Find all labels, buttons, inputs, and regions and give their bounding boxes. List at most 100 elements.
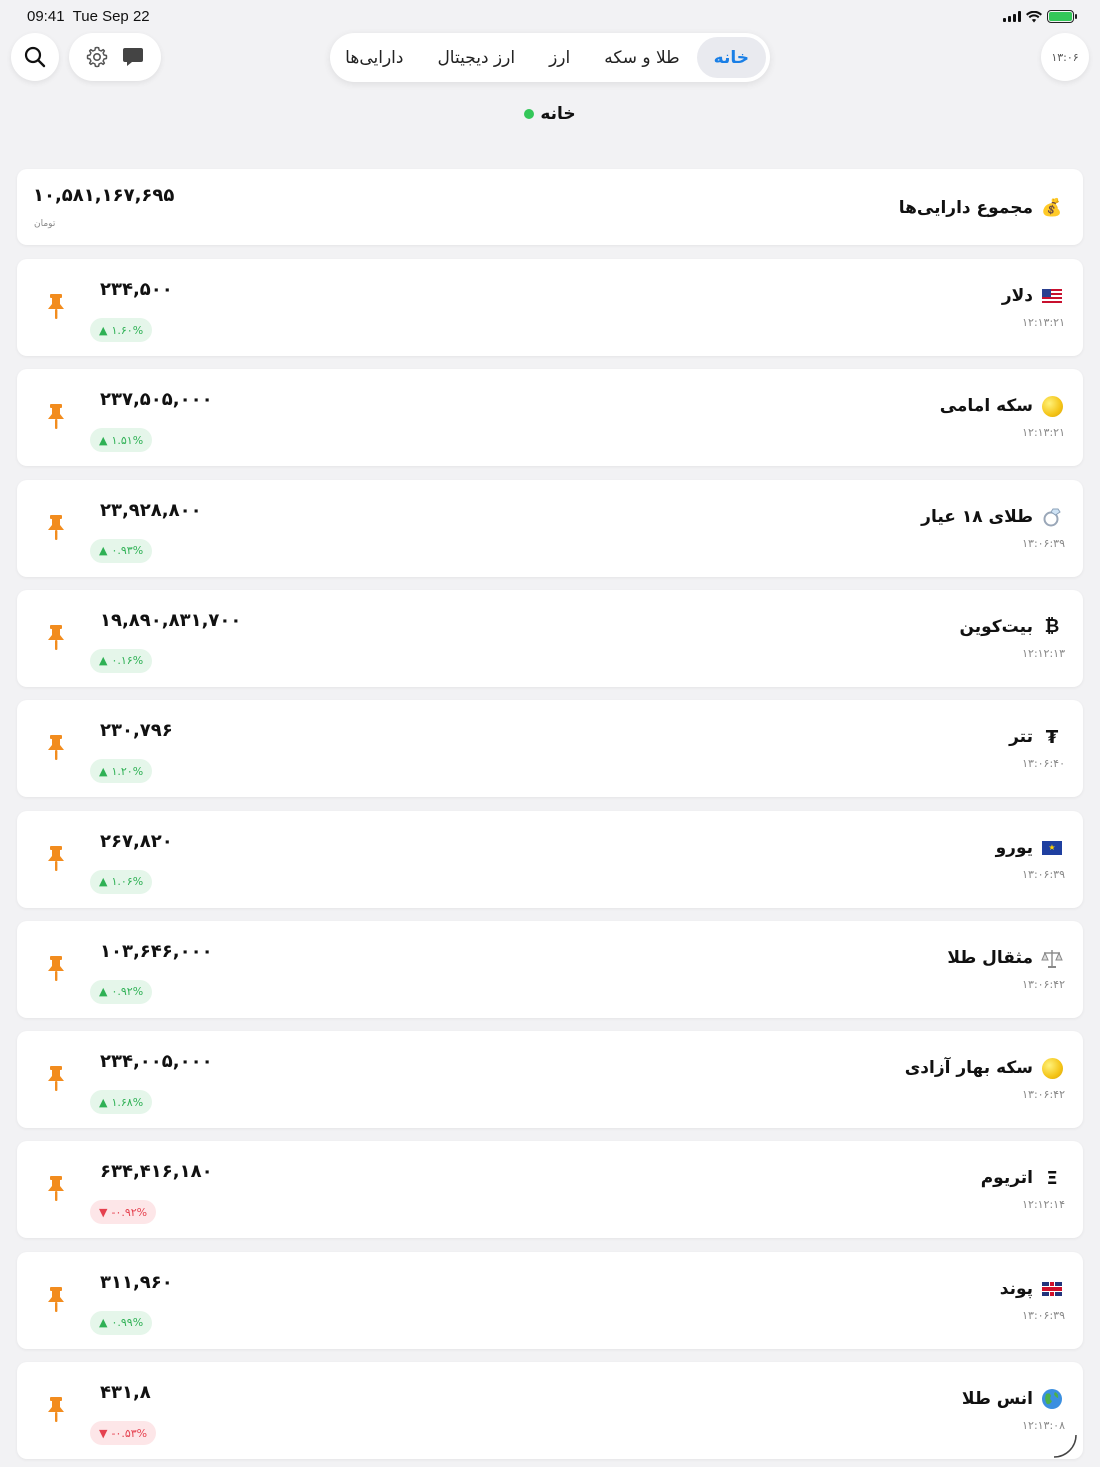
- asset-row[interactable]: سکه بهار آزادی ۱۳:۰۶:۴۲ ۲۳۴,۰۰۵,۰۰۰ ▲ ۱.…: [17, 1031, 1083, 1129]
- asset-row[interactable]: Ξ اتریوم ۱۲:۱۲:۱۴ ۶۳۴,۴۱۶,۱۸۰ ▼ -۰.۹۲%: [17, 1141, 1083, 1239]
- change-badge: ▲ ۰.۱۶%: [90, 648, 153, 673]
- asset-name: پوند: [999, 1278, 1033, 1299]
- triangle-up-icon: ▲: [99, 1316, 108, 1330]
- section-title: خانه: [540, 104, 576, 124]
- asset-update-time: ۱۳:۰۶:۳۹: [1022, 1308, 1065, 1322]
- asset-row[interactable]: طلای ۱۸ عیار ۱۳:۰۶:۳۹ ۲۳,۹۲۸,۸۰۰ ▲ ۰.۹۳%: [17, 479, 1083, 577]
- tether-icon: ₮: [1045, 726, 1059, 748]
- tab-gold-coin[interactable]: طلا و سکه: [587, 37, 696, 78]
- change-badge: ▲ ۰.۹۲%: [90, 979, 153, 1004]
- eu-flag-icon: ★: [1041, 837, 1063, 859]
- triangle-down-icon: ▼: [99, 1205, 108, 1219]
- pin-icon[interactable]: [45, 955, 67, 983]
- pin-icon[interactable]: [45, 1175, 67, 1203]
- chat-button[interactable]: [115, 39, 151, 75]
- tab-crypto[interactable]: ارز دیجیتال: [420, 37, 532, 78]
- status-date: Tue Sep 22: [72, 8, 150, 25]
- asset-price: ۱۰۳,۶۴۶,۰۰۰: [100, 940, 213, 962]
- asset-row[interactable]: دلار ۱۲:۱۳:۲۱ ۲۳۴,۵۰۰ ▲ ۱.۶۰%: [17, 259, 1083, 356]
- status-bar: 09:41 Tue Sep 22: [0, 0, 1100, 34]
- triangle-up-icon: ▲: [99, 985, 108, 999]
- change-percent: ۱.۶۰%: [111, 323, 144, 337]
- change-percent: -۰.۹۲%: [111, 1205, 148, 1219]
- change-percent: ۰.۹۹%: [111, 1316, 144, 1330]
- triangle-up-icon: ▲: [99, 654, 108, 668]
- change-badge: ▲ ۱.۵۱%: [90, 428, 153, 453]
- change-badge: ▲ ۰.۹۹%: [90, 1310, 153, 1335]
- asset-price: ۲۳۰,۷۹۶: [100, 720, 173, 742]
- scroll-corner-icon: [1053, 1434, 1077, 1458]
- asset-price: ۴۳۱,۸: [100, 1382, 151, 1403]
- asset-row[interactable]: ₮ تتر ۱۳:۰۶:۴۰ ۲۳۰,۷۹۶ ▲ ۱.۲۰%: [17, 700, 1083, 798]
- asset-name: سکه امامی: [939, 396, 1033, 417]
- asset-price: ۲۳۴,۰۰۵,۰۰۰: [100, 1051, 213, 1073]
- asset-name: مثقال طلا: [947, 947, 1033, 968]
- asset-name: اتریوم: [980, 1168, 1033, 1189]
- ethereum-icon: Ξ: [1046, 1167, 1058, 1189]
- change-badge: ▲ ۰.۹۳%: [90, 538, 153, 563]
- tab-currency[interactable]: ارز: [532, 37, 587, 78]
- asset-name: تتر: [1009, 727, 1033, 748]
- asset-row[interactable]: انس طلا ۱۲:۱۳:۰۸ ۴۳۱,۸ ▼ -۰.۵۳%: [17, 1362, 1083, 1459]
- change-badge: ▲ ۱.۲۰%: [90, 759, 153, 784]
- tab-bar: خانه طلا و سکه ارز ارز دیجیتال دارایی‌ها: [330, 33, 770, 82]
- triangle-up-icon: ▲: [99, 1095, 108, 1109]
- total-unit: تومان: [34, 219, 56, 229]
- tab-home[interactable]: خانه: [696, 37, 766, 78]
- change-badge: ▲ ۱.۶۰%: [90, 318, 153, 342]
- asset-name: یورو: [995, 837, 1033, 858]
- asset-name: انس طلا: [961, 1389, 1033, 1409]
- clock-button[interactable]: ۱۳:۰۶: [1041, 33, 1089, 81]
- change-percent: ۰.۱۶%: [111, 654, 144, 668]
- change-badge: ▼ -۰.۹۲%: [90, 1200, 157, 1225]
- asset-update-time: ۱۳:۰۶:۴۲: [1022, 977, 1065, 991]
- section-heading: خانه: [0, 104, 1100, 124]
- asset-update-time: ۱۲:۱۳:۰۸: [1022, 1419, 1065, 1432]
- pin-icon[interactable]: [45, 1065, 67, 1093]
- triangle-up-icon: ▲: [99, 433, 108, 447]
- asset-price: ۲۳۷,۵۰۵,۰۰۰: [100, 389, 213, 411]
- change-badge: ▼ -۰.۵۳%: [90, 1421, 157, 1445]
- asset-row[interactable]: ★ یورو ۱۳:۰۶:۳۹ ۲۶۷,۸۲۰ ▲ ۱.۰۶%: [17, 810, 1083, 908]
- ring-icon: [1041, 506, 1063, 528]
- change-percent: ۱.۲۰%: [111, 764, 144, 778]
- asset-update-time: ۱۳:۰۶:۳۹: [1022, 536, 1065, 550]
- total-title: مجموع دارایی‌ها: [898, 198, 1033, 218]
- change-percent: ۰.۹۳%: [111, 544, 144, 558]
- triangle-up-icon: ▲: [99, 544, 108, 558]
- pin-icon[interactable]: [45, 1286, 67, 1314]
- pin-icon[interactable]: [45, 624, 67, 652]
- asset-row[interactable]: مثقال طلا ۱۳:۰۶:۴۲ ۱۰۳,۶۴۶,۰۰۰ ▲ ۰.۹۲%: [17, 920, 1083, 1018]
- cellular-signal-icon: [1003, 11, 1021, 22]
- total-assets-card[interactable]: 💰 مجموع دارایی‌ها ۱۰,۵۸۱,۱۶۷,۶۹۵ تومان: [17, 169, 1083, 245]
- asset-row[interactable]: سکه امامی ۱۲:۱۳:۲۱ ۲۳۷,۵۰۵,۰۰۰ ▲ ۱.۵۱%: [17, 369, 1083, 467]
- asset-name: سکه بهار آزادی: [904, 1058, 1033, 1079]
- triangle-up-icon: ▲: [99, 323, 108, 337]
- asset-price: ۱۹,۸۹۰,۸۳۱,۷۰۰: [100, 609, 242, 631]
- asset-price: ۲۶۷,۸۲۰: [100, 830, 173, 852]
- asset-update-time: ۱۲:۱۲:۱۳: [1022, 646, 1065, 660]
- asset-name: دلار: [1001, 286, 1033, 306]
- asset-row[interactable]: پوند ۱۳:۰۶:۳۹ ۳۱۱,۹۶۰ ▲ ۰.۹۹%: [17, 1251, 1083, 1349]
- change-badge: ▲ ۱.۰۶%: [90, 869, 153, 894]
- pin-icon[interactable]: [45, 734, 67, 762]
- status-time: 09:41: [27, 8, 65, 25]
- globe-icon: [1041, 1388, 1063, 1410]
- change-percent: ۱.۶۸%: [111, 1095, 144, 1109]
- gear-icon: [86, 46, 108, 68]
- asset-price: ۲۳۴,۵۰۰: [100, 279, 173, 300]
- pin-icon[interactable]: [45, 403, 67, 431]
- search-button[interactable]: [11, 33, 59, 81]
- pin-icon[interactable]: [45, 293, 67, 321]
- asset-update-time: ۱۳:۰۶:۴۲: [1022, 1088, 1065, 1102]
- pin-icon[interactable]: [45, 514, 67, 542]
- settings-chat-group: [69, 33, 161, 81]
- pin-icon[interactable]: [45, 1396, 67, 1424]
- live-indicator-dot: [524, 109, 535, 119]
- asset-row[interactable]: ₿ بیت‌کوین ۱۲:۱۲:۱۳ ۱۹,۸۹۰,۸۳۱,۷۰۰ ▲ ۰.۱…: [17, 589, 1083, 687]
- settings-button[interactable]: [79, 39, 115, 75]
- asset-price: ۲۳,۹۲۸,۸۰۰: [100, 499, 202, 521]
- asset-update-time: ۱۲:۱۲:۱۴: [1022, 1198, 1065, 1212]
- tab-assets[interactable]: دارایی‌ها: [328, 37, 420, 78]
- pin-icon[interactable]: [45, 845, 67, 873]
